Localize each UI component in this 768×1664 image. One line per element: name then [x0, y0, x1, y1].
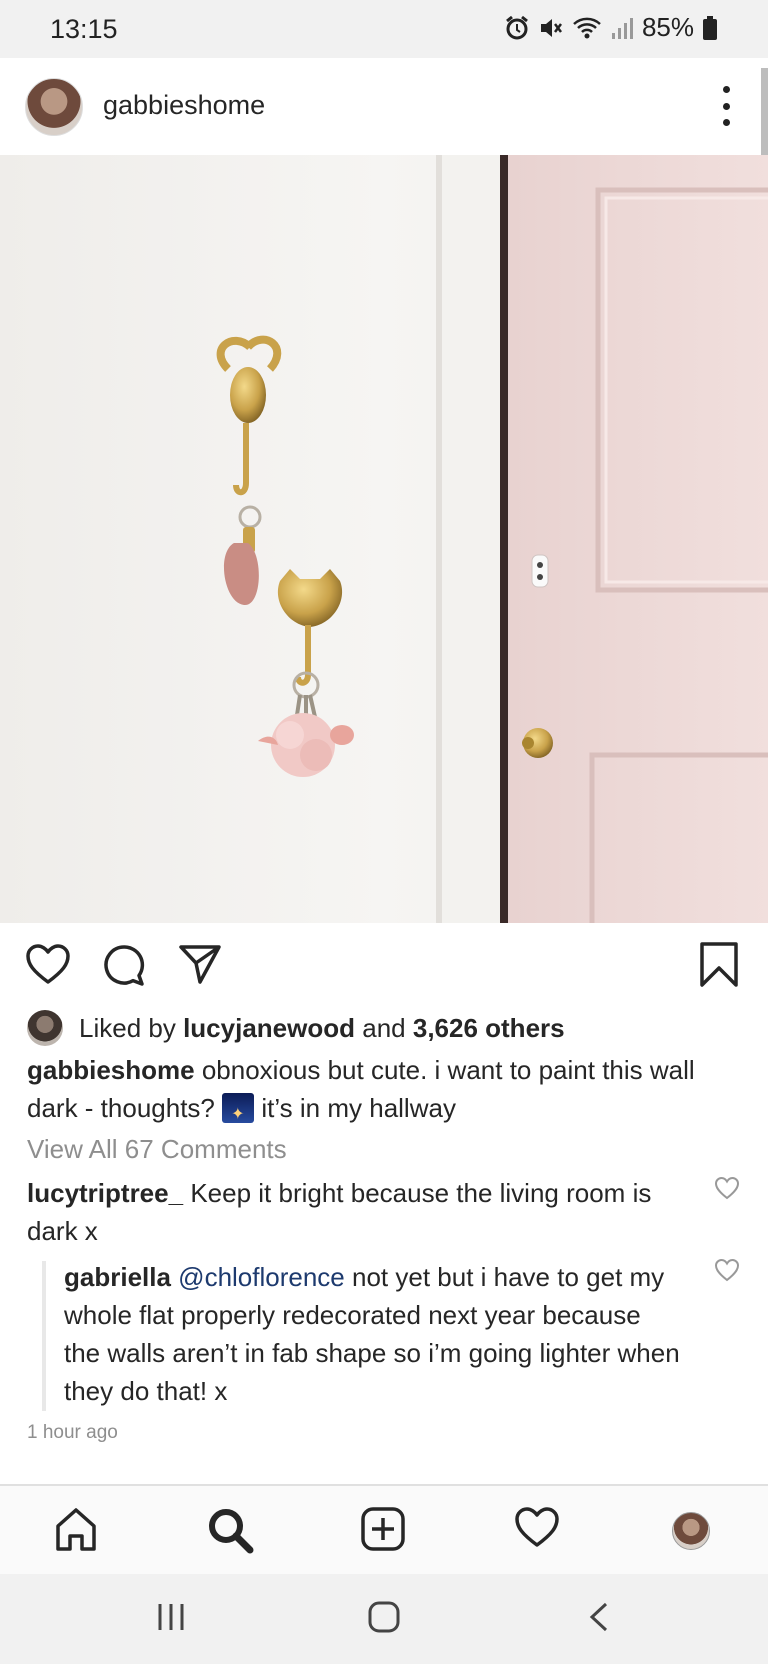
wifi-icon [573, 17, 601, 38]
post-caption: gabbieshome obnoxious but cute. i want t… [27, 1051, 727, 1134]
liked-by-prefix: Liked by [79, 1012, 176, 1043]
home-button-icon[interactable] [368, 1601, 400, 1633]
search-icon[interactable] [206, 1506, 254, 1554]
battery-icon [703, 15, 717, 40]
author-avatar[interactable] [25, 78, 83, 136]
view-all-comments-link[interactable]: View All 67 Comments [27, 1134, 287, 1165]
more-dot-icon [722, 119, 730, 126]
reply-thread-line [42, 1261, 46, 1411]
more-dot-icon [722, 86, 730, 93]
mute-icon [540, 18, 562, 37]
android-navigation-bar [0, 1574, 768, 1664]
add-post-icon[interactable] [360, 1506, 406, 1552]
alarm-icon [506, 15, 528, 39]
scroll-indicator [761, 68, 768, 156]
night-sky-emoji-icon [222, 1093, 255, 1134]
status-time: 13:15 [50, 14, 118, 44]
status-icons: 85% [504, 12, 718, 43]
battery-percent: 85% [641, 12, 694, 42]
status-bar: 13:15 85% [0, 0, 768, 58]
bottom-navigation [0, 1484, 768, 1574]
post-header: gabbieshome [0, 58, 768, 155]
reply-mention[interactable]: @chloflorence [178, 1262, 345, 1292]
liker-avatar [27, 1010, 63, 1046]
comment-reply: gabriella @chloflorence not yet but i ha… [64, 1258, 684, 1410]
comment: lucytriptree_ Keep it bright because the… [27, 1174, 687, 1250]
reply-like-heart-icon[interactable] [714, 1258, 740, 1282]
author-username[interactable]: gabbieshome [103, 90, 265, 121]
comment-icon[interactable] [102, 943, 146, 987]
post-photo[interactable] [0, 155, 768, 923]
liked-by-user[interactable]: lucyjanewood [183, 1013, 355, 1044]
reply-username[interactable]: gabriella [64, 1262, 171, 1292]
back-icon[interactable] [588, 1602, 610, 1632]
likes-row[interactable]: Liked by lucyjanewood and 3,626 others [27, 1010, 565, 1046]
share-icon[interactable] [178, 943, 222, 985]
liked-by-and: and [362, 1012, 406, 1043]
comment-username[interactable]: lucytriptree_ [27, 1178, 183, 1208]
post-timestamp: 1 hour ago [27, 1422, 118, 1443]
caption-text-2: it’s in my hallway [261, 1093, 456, 1123]
bookmark-icon[interactable] [698, 941, 740, 989]
caption-username[interactable]: gabbieshome [27, 1055, 195, 1085]
more-options-button[interactable] [716, 86, 736, 126]
recent-apps-icon[interactable] [156, 1602, 186, 1632]
home-icon[interactable] [54, 1506, 98, 1552]
action-bar [0, 923, 768, 1008]
signal-icon [611, 17, 633, 39]
comment-like-heart-icon[interactable] [714, 1176, 740, 1200]
activity-heart-icon[interactable] [514, 1506, 560, 1548]
heart-icon[interactable] [25, 943, 71, 985]
likes-others[interactable]: 3,626 others [413, 1013, 565, 1044]
profile-avatar[interactable] [672, 1512, 710, 1550]
more-dot-icon [722, 102, 730, 110]
